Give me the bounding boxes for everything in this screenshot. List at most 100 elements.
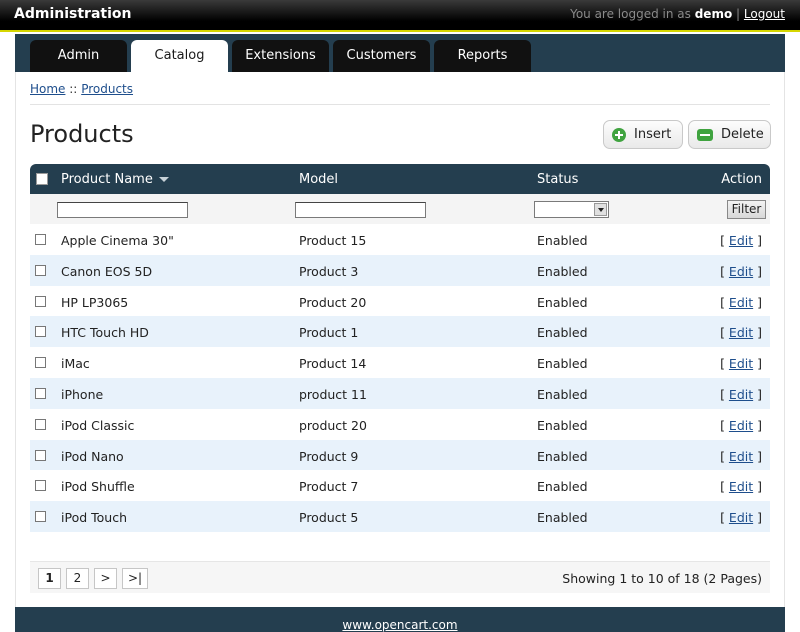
page-link[interactable]: 1: [38, 568, 61, 589]
edit-link[interactable]: Edit: [729, 356, 753, 371]
product-name: HTC Touch HD: [61, 325, 149, 341]
logout-link[interactable]: Logout: [744, 7, 785, 21]
tab-customers[interactable]: Customers: [333, 40, 430, 72]
select-all-checkbox[interactable]: [36, 173, 48, 185]
login-info: You are logged in as demo | Logout: [570, 7, 785, 21]
edit-link[interactable]: Edit: [729, 510, 753, 525]
table-row: iPod Classic product 20 Enabled [ Edit ]: [30, 408, 770, 440]
breadcrumb: Home :: Products: [30, 82, 133, 96]
column-status[interactable]: Status: [537, 172, 578, 187]
product-model: product 11: [299, 386, 367, 402]
product-name: iPod Classic: [61, 417, 135, 433]
product-status: Enabled: [537, 294, 588, 310]
table-row: iPod Nano Product 9 Enabled [ Edit ]: [30, 439, 770, 471]
row-action: [ Edit ]: [720, 417, 762, 433]
table-row: iPod Shuffle Product 7 Enabled [ Edit ]: [30, 470, 770, 502]
filter-status-select[interactable]: [534, 201, 609, 218]
product-model: Product 1: [299, 325, 359, 341]
product-name: iPod Touch: [61, 510, 127, 526]
product-name: HP LP3065: [61, 294, 129, 310]
page-link[interactable]: >: [94, 568, 117, 589]
edit-link[interactable]: Edit: [729, 387, 753, 402]
table-row: Apple Cinema 30" Product 15 Enabled [ Edit …: [30, 224, 770, 255]
tab-reports[interactable]: Reports: [434, 40, 531, 72]
product-model: product 20: [299, 417, 367, 433]
pagination-info: Showing 1 to 10 of 18 (2 Pages): [562, 571, 762, 586]
table-row: HTC Touch HD Product 1 Enabled [ Edit ]: [30, 316, 770, 348]
tab-catalog[interactable]: Catalog: [131, 40, 228, 72]
column-model[interactable]: Model: [299, 172, 338, 187]
app-title: Administration: [14, 6, 132, 22]
divider: [30, 104, 770, 105]
login-separator: |: [736, 7, 741, 21]
product-model: Product 20: [299, 294, 367, 310]
edit-link[interactable]: Edit: [729, 233, 753, 248]
product-status: Enabled: [537, 233, 588, 248]
content-panel: Home :: Products Products Insert Delete …: [15, 72, 785, 607]
filter-model-input[interactable]: [295, 202, 426, 218]
product-status: Enabled: [537, 356, 588, 372]
product-model: Product 9: [299, 448, 359, 464]
table-row: iMac Product 14 Enabled [ Edit ]: [30, 347, 770, 378]
row-action: [ Edit ]: [720, 448, 762, 464]
footer-link[interactable]: www.opencart.com: [342, 618, 457, 632]
insert-label: Insert: [634, 127, 672, 142]
edit-link[interactable]: Edit: [729, 479, 753, 494]
product-name: iMac: [61, 356, 90, 372]
page-link[interactable]: 2: [66, 568, 89, 589]
tab-extensions[interactable]: Extensions: [232, 40, 329, 72]
product-name: iPod Nano: [61, 448, 124, 464]
breadcrumb-products[interactable]: Products: [81, 82, 133, 96]
row-checkbox[interactable]: [35, 234, 46, 245]
row-checkbox[interactable]: [35, 480, 46, 492]
tab-admin[interactable]: Admin: [30, 40, 127, 72]
product-model: Product 15: [299, 233, 367, 248]
breadcrumb-separator: ::: [69, 82, 78, 96]
products-table: Product Name Model Status Action Filter …: [30, 164, 770, 532]
row-checkbox[interactable]: [35, 295, 46, 307]
dropdown-arrow-icon: [594, 203, 607, 216]
row-checkbox[interactable]: [35, 357, 46, 369]
product-name: iPod Shuffle: [61, 479, 135, 495]
product-model: Product 5: [299, 510, 359, 526]
row-checkbox[interactable]: [35, 418, 46, 430]
pagination: 1 2 > >| Showing 1 to 10 of 18 (2 Pages): [30, 561, 770, 593]
edit-link[interactable]: Edit: [729, 325, 753, 340]
footer: www.opencart.com: [15, 607, 785, 632]
row-action: [ Edit ]: [720, 233, 762, 248]
delete-button[interactable]: Delete: [688, 120, 771, 149]
sort-desc-icon: [158, 177, 169, 182]
page-links: 1 2 > >|: [38, 568, 149, 589]
product-status: Enabled: [537, 510, 588, 526]
product-status: Enabled: [537, 417, 588, 433]
row-checkbox[interactable]: [35, 326, 46, 338]
row-action: [ Edit ]: [720, 510, 762, 526]
minus-icon: [697, 128, 713, 141]
tab-bar: Admin Catalog Extensions Customers Reports: [15, 34, 785, 72]
row-checkbox[interactable]: [35, 449, 46, 461]
filter-row: Filter: [30, 194, 770, 224]
insert-button[interactable]: Insert: [603, 120, 683, 149]
edit-link[interactable]: Edit: [729, 418, 753, 433]
table-row: HP LP3065 Product 20 Enabled [ Edit ]: [30, 285, 770, 317]
product-name: Apple Cinema 30": [61, 233, 174, 248]
table-row: iPhone product 11 Enabled [ Edit ]: [30, 377, 770, 409]
row-checkbox[interactable]: [35, 511, 46, 523]
row-checkbox[interactable]: [35, 264, 46, 276]
page-link[interactable]: >|: [122, 568, 149, 589]
plus-icon: [612, 127, 626, 142]
edit-link[interactable]: Edit: [729, 264, 753, 279]
filter-button[interactable]: Filter: [727, 200, 766, 219]
column-product-name[interactable]: Product Name: [61, 172, 169, 187]
row-checkbox[interactable]: [35, 387, 46, 399]
breadcrumb-home[interactable]: Home: [30, 82, 65, 96]
product-name: Canon EOS 5D: [61, 263, 153, 279]
logged-in-text: You are logged in as: [570, 7, 691, 21]
edit-link[interactable]: Edit: [729, 449, 753, 464]
tab-band: Admin Catalog Extensions Customers Reports: [0, 34, 800, 72]
filter-name-input[interactable]: [57, 202, 188, 218]
product-status: Enabled: [537, 325, 588, 341]
row-action: [ Edit ]: [720, 263, 762, 279]
page-title: Products: [30, 120, 134, 148]
edit-link[interactable]: Edit: [729, 295, 753, 310]
